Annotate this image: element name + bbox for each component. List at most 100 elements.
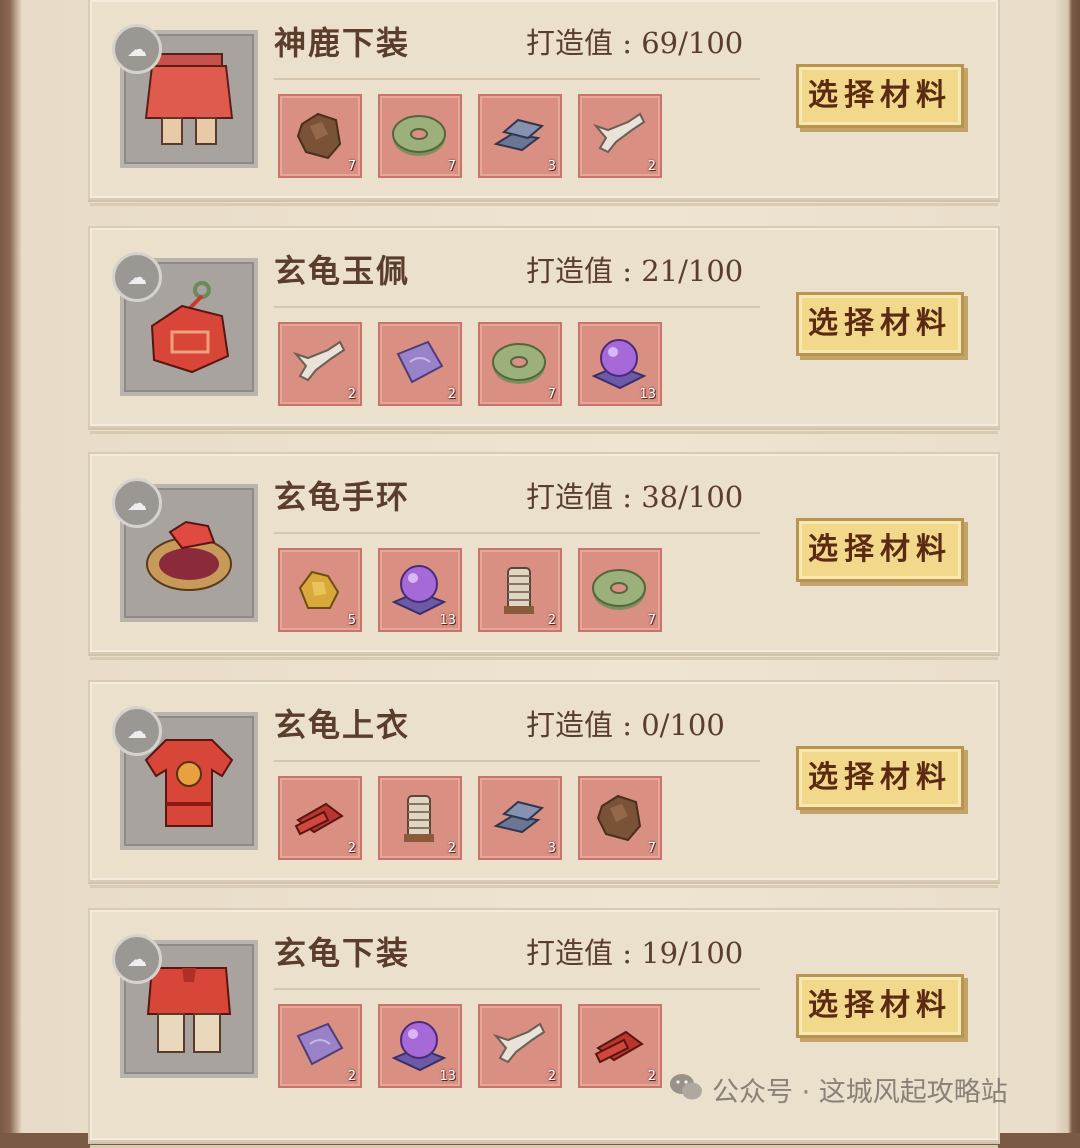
gold-ore-icon	[298, 570, 340, 609]
material-quantity: 2	[347, 841, 356, 856]
material-quantity: 2	[647, 159, 656, 174]
wechat-icon	[670, 1074, 702, 1100]
material-quantity: 7	[647, 841, 656, 856]
forge-colon: :	[613, 936, 642, 970]
material-slot[interactable]: 13	[378, 1004, 462, 1088]
material-quantity: 7	[547, 387, 556, 402]
thread-spool-icon	[504, 567, 534, 614]
material-slot[interactable]: 2	[278, 776, 362, 860]
ore-rock-icon	[296, 112, 342, 160]
material-quantity: 13	[439, 613, 456, 628]
ore-rock-icon	[596, 794, 642, 842]
material-slot[interactable]: 2	[478, 548, 562, 632]
cloud-tier-icon: ☁	[112, 24, 162, 74]
cloud-tier-icon: ☁	[112, 934, 162, 984]
watermark-text: 公众号 · 这城风起攻略站	[712, 1077, 1008, 1108]
bone-icon	[592, 112, 646, 154]
red-brocade-icon	[594, 1030, 644, 1064]
material-quantity: 2	[547, 1069, 556, 1084]
forge-value: 打造值 : 19/100	[526, 930, 743, 972]
forge-colon: :	[613, 708, 642, 742]
material-slot[interactable]: 2	[278, 1004, 362, 1088]
divider	[274, 532, 760, 534]
forge-value: 打造值 : 21/100	[526, 248, 743, 290]
material-quantity: 7	[347, 159, 356, 174]
forge-value: 打造值 : 0/100	[526, 702, 725, 744]
forge-progress: 0/100	[641, 708, 725, 742]
material-slot[interactable]: 7	[578, 776, 662, 860]
material-quantity: 13	[639, 387, 656, 402]
material-slot[interactable]: 3	[478, 776, 562, 860]
material-quantity: 2	[647, 1069, 656, 1084]
forge-value: 打造值 : 38/100	[526, 474, 743, 516]
material-slot[interactable]: 5	[278, 548, 362, 632]
material-quantity: 2	[447, 387, 456, 402]
forge-label: 打造值	[526, 936, 614, 970]
forge-progress: 69/100	[641, 26, 744, 60]
card-divider	[90, 885, 998, 888]
material-slot[interactable]: 13	[378, 548, 462, 632]
material-quantity: 13	[439, 1069, 456, 1084]
equipment-name: 玄龟玉佩	[274, 252, 411, 290]
silk-cloth-icon	[396, 340, 444, 384]
jade-disc-icon	[592, 569, 646, 610]
material-slot[interactable]: 2	[278, 322, 362, 406]
jade-disc-icon	[392, 115, 446, 156]
forge-value: 打造值 : 69/100	[526, 20, 743, 62]
thread-spool-icon	[404, 795, 434, 842]
card-divider	[90, 657, 998, 660]
equipment-portrait[interactable]: ☁	[112, 478, 258, 622]
divider	[274, 306, 760, 308]
select-materials-button[interactable]: 选择材料	[796, 64, 964, 128]
purple-orb-icon	[391, 1021, 447, 1072]
equipment-card: ☁ 玄龟上衣 打造值 : 0/100 2 2 3 7 选择材料	[88, 680, 1000, 888]
equipment-name: 玄龟下装	[274, 934, 411, 972]
material-slot[interactable]: 7	[278, 94, 362, 178]
material-slot[interactable]: 7	[478, 322, 562, 406]
forge-label: 打造值	[526, 26, 614, 60]
equipment-card: ☁ 神鹿下装 打造值 : 69/100 7 7 3 2 选择材料	[88, 0, 1000, 206]
equipment-name: 神鹿下装	[274, 24, 411, 62]
purple-orb-icon	[391, 565, 447, 616]
forge-colon: :	[613, 480, 642, 514]
material-slot[interactable]: 2	[578, 94, 662, 178]
material-slot[interactable]: 13	[578, 322, 662, 406]
divider	[274, 78, 760, 80]
card-divider	[90, 203, 998, 206]
material-quantity: 2	[347, 1069, 356, 1084]
divider	[274, 760, 760, 762]
select-materials-button[interactable]: 选择材料	[796, 974, 964, 1038]
equipment-portrait[interactable]: ☁	[112, 252, 258, 396]
select-materials-button[interactable]: 选择材料	[796, 292, 964, 356]
select-materials-button[interactable]: 选择材料	[796, 518, 964, 582]
material-slot[interactable]: 7	[578, 548, 662, 632]
forge-colon: :	[613, 254, 642, 288]
cloud-tier-icon: ☁	[112, 252, 162, 302]
iron-ingot-icon	[493, 800, 545, 834]
equipment-name: 玄龟上衣	[274, 706, 411, 744]
cloud-tier-icon: ☁	[112, 706, 162, 756]
material-quantity: 2	[447, 841, 456, 856]
equipment-name: 玄龟手环	[274, 478, 411, 516]
material-slot[interactable]: 2	[378, 322, 462, 406]
equipment-card: ☁ 玄龟玉佩 打造值 : 21/100 2 2 7 13 选择材料	[88, 226, 1000, 434]
material-slot[interactable]: 7	[378, 94, 462, 178]
material-quantity: 7	[647, 613, 656, 628]
material-slot[interactable]: 2	[578, 1004, 662, 1088]
material-slot[interactable]: 2	[478, 1004, 562, 1088]
material-slot[interactable]: 2	[378, 776, 462, 860]
equipment-portrait[interactable]: ☁	[112, 24, 258, 168]
forge-progress: 19/100	[641, 936, 744, 970]
select-materials-button[interactable]: 选择材料	[796, 746, 964, 810]
equipment-card: ☁ 玄龟手环 打造值 : 38/100 5 13 2 7 选择材料	[88, 452, 1000, 660]
equipment-portrait[interactable]: ☁	[112, 934, 258, 1078]
forge-progress: 38/100	[641, 480, 744, 514]
jade-disc-icon	[492, 343, 546, 384]
forge-progress: 21/100	[641, 254, 744, 288]
divider	[274, 988, 760, 990]
forge-colon: :	[613, 26, 642, 60]
material-quantity: 3	[547, 159, 556, 174]
silk-cloth-icon	[296, 1022, 344, 1066]
equipment-portrait[interactable]: ☁	[112, 706, 258, 850]
material-slot[interactable]: 3	[478, 94, 562, 178]
